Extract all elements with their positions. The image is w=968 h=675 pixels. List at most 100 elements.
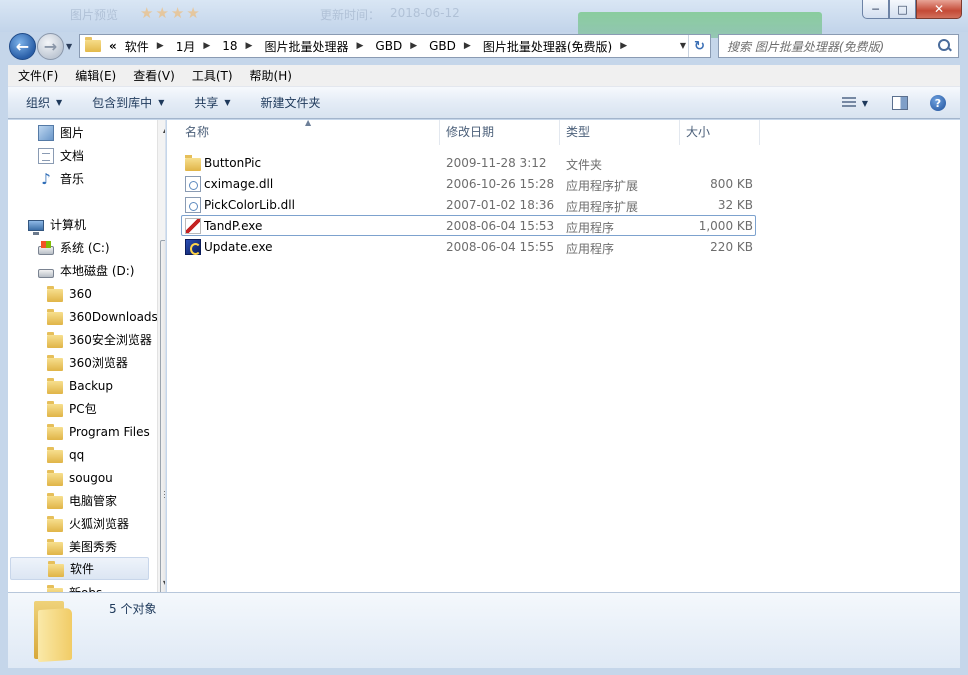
navigation-row: ← → ▼ « 软件 ▶ 1月 ▶ 18 ▶ 图片批量处理器 ▶ GBD ▶ GBD ▶ 图…	[0, 31, 968, 63]
recent-pages-dropdown[interactable]: ▼	[66, 42, 72, 51]
breadcrumb-arrow-icon[interactable]: ▶	[460, 41, 477, 51]
refresh-icon: ↻	[694, 38, 705, 54]
organize-button[interactable]: 组织 ▼	[8, 94, 74, 111]
scrollbar-thumb[interactable]	[160, 240, 165, 592]
share-button[interactable]: 共享 ▼	[176, 94, 242, 111]
breadcrumb-arrow-icon[interactable]: ▶	[153, 41, 170, 51]
file-type: 应用程序	[566, 221, 615, 235]
breadcrumb-arrow-icon[interactable]: ▶	[616, 41, 633, 51]
chevron-down-icon: ▼	[158, 98, 165, 107]
file-date: 2008-06-04 15:53	[446, 219, 555, 233]
sidebar-item-label: 360浏览器	[69, 356, 128, 370]
scroll-up-icon[interactable]: ▲	[158, 122, 165, 138]
back-arrow-icon: ←	[15, 37, 30, 56]
breadcrumb-item[interactable]: 18	[216, 39, 241, 53]
maximize-button[interactable]: □	[889, 0, 916, 19]
computer-icon	[28, 220, 44, 235]
sidebar-item-documents[interactable]: 文档	[8, 144, 148, 167]
breadcrumb-item[interactable]: 1月	[170, 38, 200, 55]
sidebar-item-local-disk[interactable]: 本地磁盘 (D:)	[8, 259, 148, 282]
menu-help[interactable]: 帮助(H)	[240, 67, 299, 84]
column-header-size[interactable]: 大小	[680, 120, 760, 145]
address-bar[interactable]: « 软件 ▶ 1月 ▶ 18 ▶ 图片批量处理器 ▶ GBD ▶ GBD ▶ 图片批量处理器…	[79, 34, 711, 58]
file-date: 2008-06-04 15:55	[446, 240, 555, 254]
search-box[interactable]: 搜索 图片批量处理器(免费版)	[718, 34, 959, 58]
column-header-date[interactable]: 修改日期	[440, 120, 560, 145]
breadcrumb-item[interactable]: 软件	[119, 38, 153, 55]
sidebar-item-folder[interactable]: qq	[8, 443, 148, 466]
sidebar-item-folder[interactable]: 电脑管家	[8, 489, 148, 512]
view-options-dropdown[interactable]: ▼	[862, 99, 868, 108]
breadcrumb-overflow[interactable]: «	[101, 39, 119, 53]
sidebar-item-folder[interactable]: 360安全浏览器	[8, 328, 152, 351]
column-header-name[interactable]: 名称	[179, 120, 440, 145]
file-name: PickColorLib.dll	[204, 198, 295, 212]
sidebar-item-pictures[interactable]: 图片	[8, 121, 148, 144]
refresh-button[interactable]: ↻	[688, 35, 710, 57]
breadcrumb-item[interactable]: GBD	[369, 39, 406, 53]
sidebar-item-folder[interactable]: Program Files	[8, 420, 150, 443]
sidebar-item-folder[interactable]: 火狐浏览器	[8, 512, 148, 535]
sidebar-item-label: 计算机	[50, 218, 87, 232]
help-icon[interactable]: ?	[930, 95, 946, 111]
sidebar-item-music[interactable]: ♪ 音乐	[8, 167, 148, 190]
include-in-library-button[interactable]: 包含到库中 ▼	[74, 94, 176, 111]
view-options-icon[interactable]	[841, 97, 856, 109]
local-disk-icon	[38, 268, 54, 278]
background-ghost-stars: ★★★★	[140, 4, 202, 22]
sidebar-item-folder[interactable]: PC包	[8, 397, 148, 420]
forward-button[interactable]: →	[37, 33, 64, 60]
back-button[interactable]: ←	[9, 33, 36, 60]
background-ghost-text: 更新时间：	[320, 8, 381, 22]
menu-file[interactable]: 文件(F)	[8, 67, 65, 84]
file-row-focused[interactable]: TandP.exe 2008-06-04 15:53 应用程序 1,000 KB	[181, 215, 756, 236]
help-glyph: ?	[934, 96, 942, 110]
breadcrumb-arrow-icon[interactable]: ▶	[199, 41, 216, 51]
folder-icon	[48, 560, 64, 577]
sidebar-item-selected-folder[interactable]: 软件	[10, 557, 149, 580]
file-row[interactable]: PickColorLib.dll 2007-01-02 18:36 应用程序扩展…	[181, 194, 756, 215]
sidebar-item-folder[interactable]: 360	[8, 282, 148, 305]
close-icon: ✕	[933, 2, 945, 16]
minimize-button[interactable]: ─	[862, 0, 889, 19]
system-drive-icon	[38, 240, 54, 255]
background-ghost-text: 图片预览	[70, 8, 119, 22]
menu-edit[interactable]: 编辑(E)	[65, 67, 123, 84]
new-folder-button[interactable]: 新建文件夹	[243, 94, 333, 111]
file-row[interactable]: cximage.dll 2006-10-26 15:28 应用程序扩展 800 …	[181, 173, 756, 194]
sidebar-item-label: 本地磁盘 (D:)	[60, 264, 135, 278]
breadcrumb-item[interactable]: 图片批量处理器	[258, 38, 352, 55]
folder-icon	[47, 446, 63, 463]
sidebar-item-folder[interactable]: 360浏览器	[8, 351, 148, 374]
file-row[interactable]: Update.exe 2008-06-04 15:55 应用程序 220 KB	[181, 236, 756, 257]
file-name: TandP.exe	[204, 219, 263, 233]
sidebar-item-folder[interactable]: sougou	[8, 466, 148, 489]
breadcrumb-arrow-icon[interactable]: ▶	[406, 41, 423, 51]
breadcrumb-item[interactable]: 图片批量处理器(免费版)	[477, 38, 616, 55]
file-size: 220 KB	[710, 240, 753, 254]
search-input[interactable]: 搜索 图片批量处理器(免费版)	[719, 38, 936, 55]
search-icon[interactable]	[936, 37, 954, 55]
menu-view[interactable]: 查看(V)	[123, 67, 182, 84]
sidebar-item-label: Backup	[69, 378, 113, 393]
close-button[interactable]: ✕	[916, 0, 962, 19]
breadcrumb-item[interactable]: GBD	[423, 39, 460, 53]
column-header-type[interactable]: 类型	[560, 120, 680, 145]
breadcrumb-arrow-icon[interactable]: ▶	[352, 41, 369, 51]
sidebar-item-folder[interactable]: 360Downloads	[8, 305, 158, 328]
file-type: 文件夹	[566, 158, 603, 172]
breadcrumb-arrow-icon[interactable]: ▶	[242, 41, 259, 51]
new-folder-label: 新建文件夹	[260, 96, 321, 110]
sidebar-item-system-drive[interactable]: 系统 (C:)	[8, 236, 148, 259]
preview-pane-icon[interactable]	[892, 96, 908, 110]
sidebar-scrollbar[interactable]: ▲ ▼	[157, 120, 165, 592]
address-history-dropdown[interactable]: ▼	[680, 41, 686, 50]
sidebar-item-folder[interactable]: Backup	[8, 374, 148, 397]
file-row[interactable]: ButtonPic 2009-11-28 3:12 文件夹	[181, 152, 756, 173]
menu-tools[interactable]: 工具(T)	[182, 67, 240, 84]
sidebar-item-computer[interactable]: 计算机	[8, 213, 148, 236]
scroll-down-icon[interactable]: ▼	[158, 576, 165, 592]
sidebar-item-label: 图片	[60, 126, 85, 140]
sidebar-item-folder[interactable]: 新obs	[8, 581, 148, 592]
sidebar-item-folder[interactable]: 美图秀秀	[8, 535, 148, 558]
